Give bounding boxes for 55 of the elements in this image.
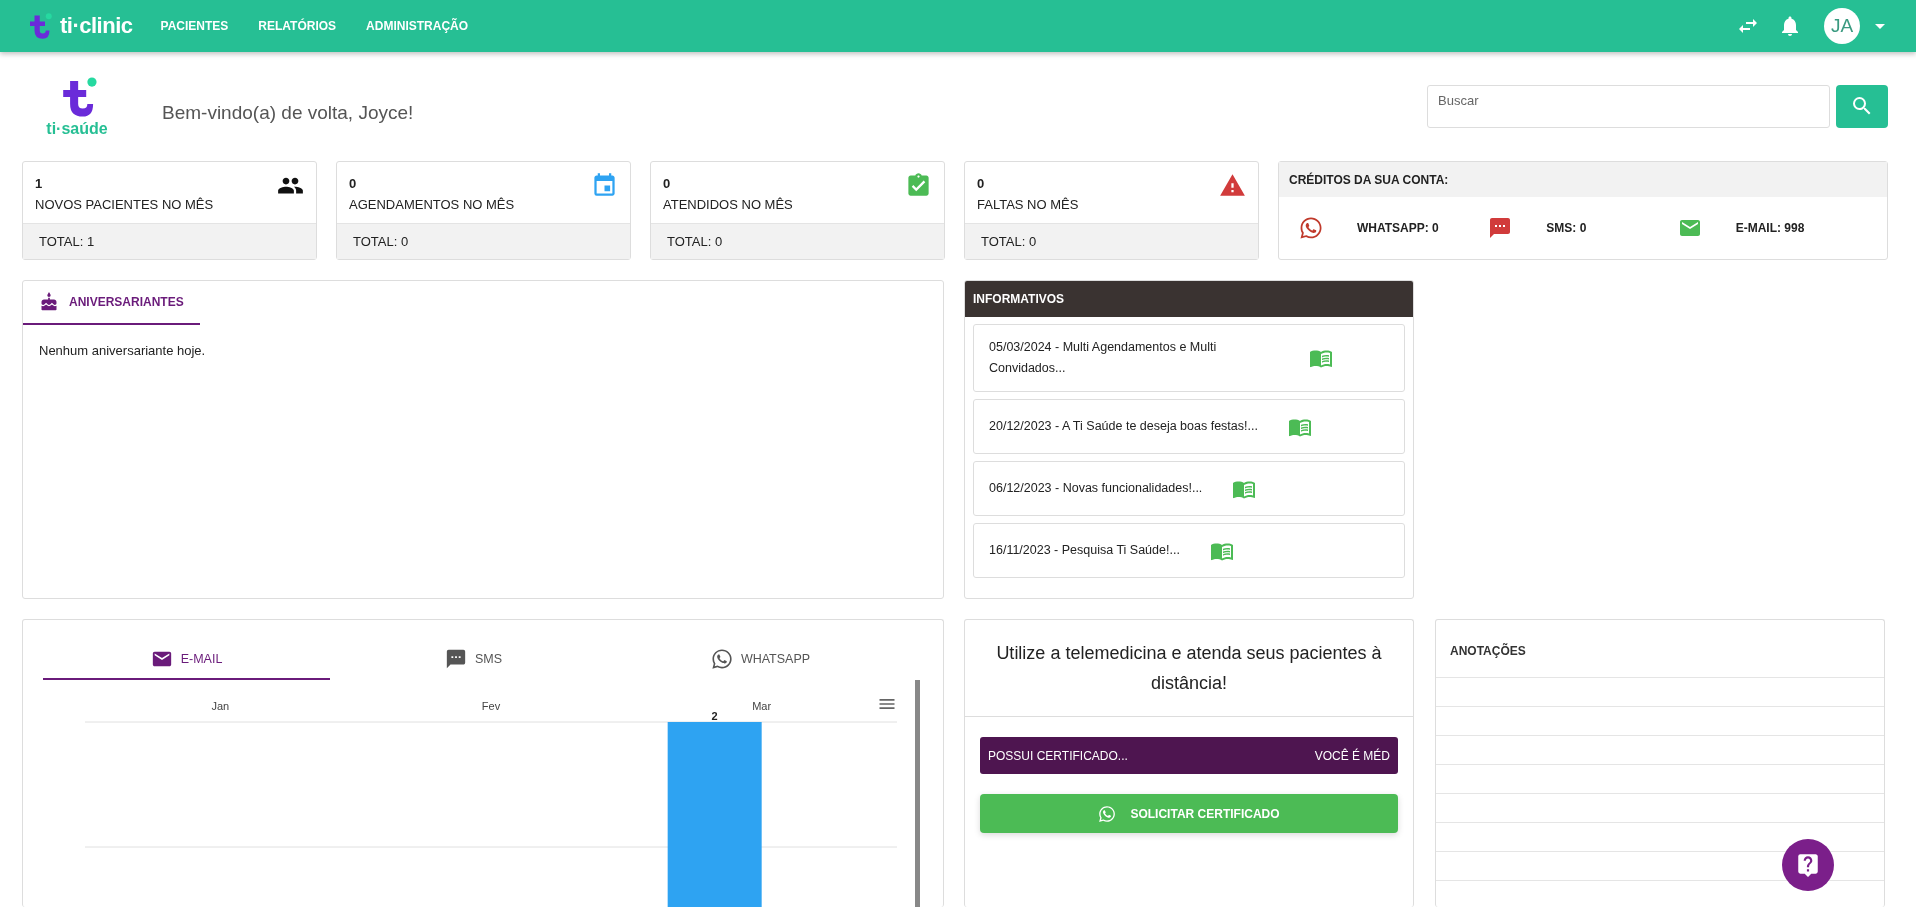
search-button[interactable]	[1836, 84, 1888, 128]
news-item[interactable]: 20/12/2023 - A Ti Saúde te deseja boas festas!...	[973, 399, 1405, 454]
banner-text: POSSUI CERTIFICADO...	[988, 748, 1128, 763]
news-item[interactable]: 05/03/2024 - Multi Agendamentos e Multi Convidados...	[973, 324, 1405, 392]
axis-label: Mar	[752, 700, 772, 712]
banner-text: VOCÊ É MÉD	[1314, 748, 1390, 763]
credit-count: E-MAIL: 998	[1735, 221, 1805, 235]
news-title: INFORMATIVOS	[965, 281, 1413, 317]
news-text: 05/03/2024 - Multi Agendamentos e Multi Convidados...	[989, 339, 1218, 377]
cake-icon	[39, 292, 59, 312]
channel-tab[interactable]: WHATSAPP	[617, 640, 904, 680]
empty-message: Nenhum aniversariante hoje.	[39, 343, 207, 358]
axis-label: Jan	[211, 700, 230, 712]
stat-value: 0	[663, 176, 671, 191]
whatsapp-icon	[1299, 216, 1323, 240]
clipboard-check-icon	[905, 172, 932, 199]
warning-icon	[1219, 172, 1246, 199]
news-text: 06/12/2023 - Novas funcionalidades!...	[989, 480, 1203, 497]
stat-value: 1	[35, 176, 43, 191]
stat-total: TOTAL: 1	[23, 223, 316, 259]
news-text: 16/11/2023 - Pesquisa Ti Saúde!...	[989, 542, 1180, 559]
stat-value: 0	[349, 176, 357, 191]
channel-tab[interactable]: E-MAIL	[43, 640, 330, 680]
birthdays-tab[interactable]: ANIVERSARIANTES	[23, 281, 200, 325]
tab-label: ANIVERSARIANTES	[69, 295, 184, 309]
news-item[interactable]: 16/11/2023 - Pesquisa Ti Saúde!...	[973, 523, 1405, 578]
news-item[interactable]: 06/12/2023 - Novas funcionalidades!...	[973, 461, 1405, 516]
stat-total: TOTAL: 0	[965, 223, 1258, 259]
stat-label: NOVOS PACIENTES NO MÊS	[35, 197, 215, 212]
credit-count: SMS: 0	[1546, 221, 1587, 235]
brand-name: ti·clinic	[60, 13, 133, 39]
news-text: 20/12/2023 - A Ti Saúde te deseja boas festas!...	[989, 418, 1258, 435]
stat-label: AGENDAMENTOS NO MÊS	[349, 197, 516, 212]
stat-label: FALTAS NO MÊS	[977, 197, 1080, 212]
welcome-title: Bem-vindo(a) de volta, Joyce!	[162, 102, 414, 124]
stat-label: ATENDIDOS NO MÊS	[663, 197, 794, 212]
credits-title: CRÉDITOS DA SUA CONTA:	[1279, 162, 1887, 197]
calendar-icon	[591, 172, 618, 199]
bar-label: 2	[711, 710, 718, 722]
whatsapp-icon	[1098, 804, 1117, 823]
notes-title: ANOTAÇÕES	[1436, 620, 1884, 678]
stat-value: 0	[977, 176, 985, 191]
stat-total: TOTAL: 0	[651, 223, 944, 259]
axis-label: Fev	[481, 700, 501, 712]
whatsapp-icon	[710, 648, 733, 670]
search-field[interactable]: Buscar	[1427, 84, 1830, 128]
telemedicine-heading: Utilize a telemedicina e atenda seus pacientes à distância!	[965, 620, 1413, 717]
stat-total: TOTAL: 0	[337, 223, 630, 259]
logo-text: ti·saúde	[46, 120, 108, 138]
channel-tab[interactable]: SMS	[330, 640, 617, 680]
sms-icon	[444, 648, 467, 670]
credit-count: WHATSAPP: 0	[1357, 221, 1439, 235]
sms-icon	[1488, 216, 1513, 240]
help-button[interactable]	[1782, 839, 1834, 891]
question-icon	[1795, 852, 1821, 878]
